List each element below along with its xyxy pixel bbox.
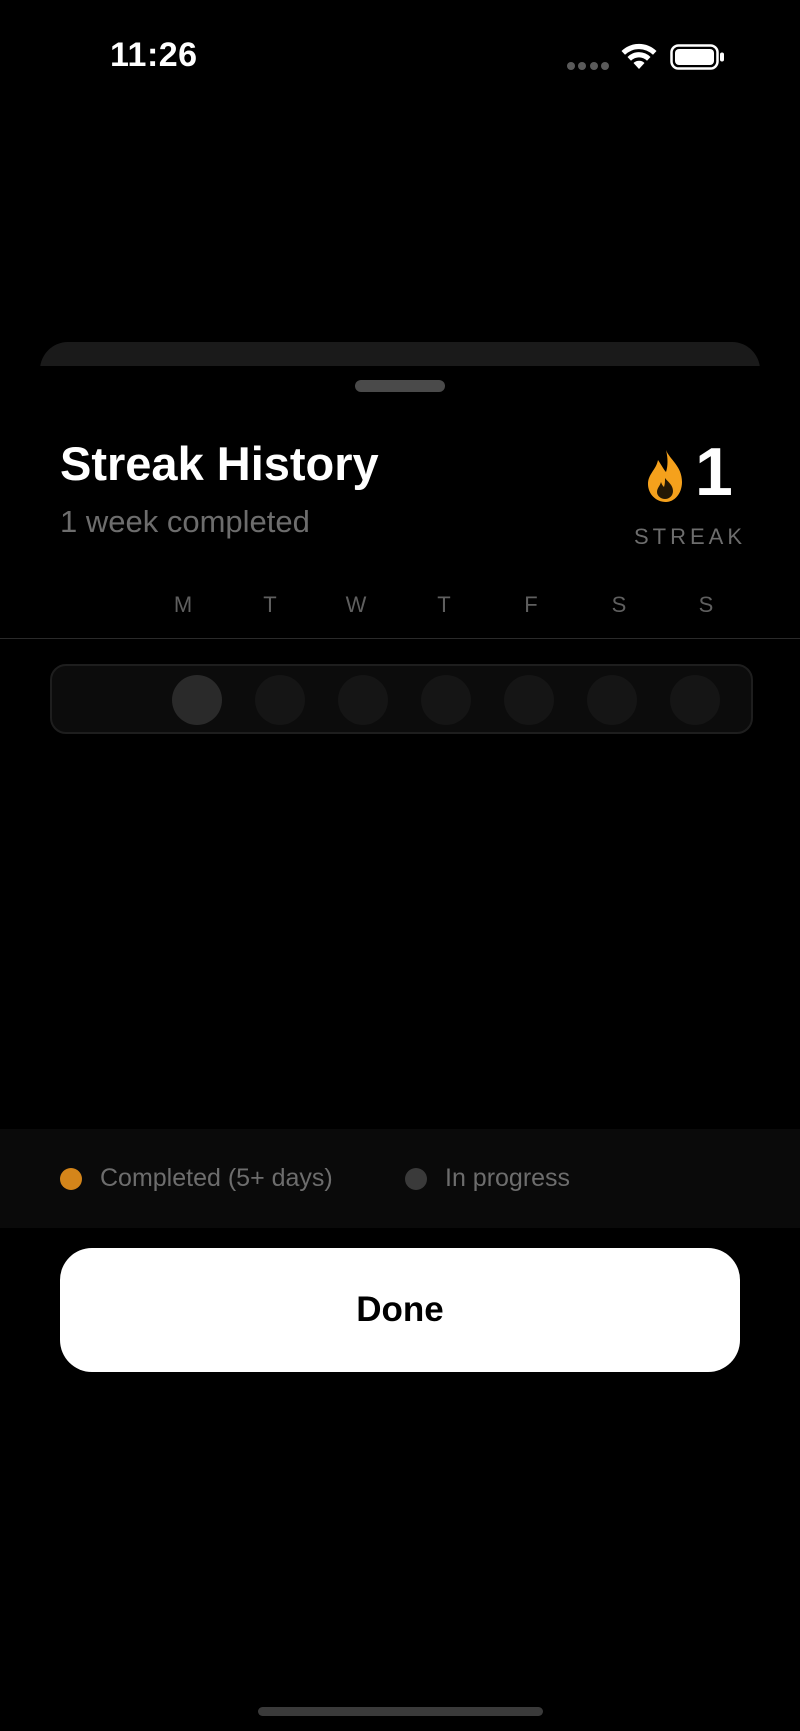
streak-count: 1 (695, 434, 733, 510)
day-dot (587, 675, 637, 725)
weekday-label: T (263, 592, 277, 617)
legend-item-completed: Completed (5+ days) (60, 1164, 333, 1193)
header-divider (0, 638, 800, 639)
sheet-subtitle: 1 week completed (60, 504, 310, 539)
battery-icon (670, 44, 724, 70)
sheet-grabber[interactable] (355, 380, 445, 392)
legend-label: In progress (445, 1164, 571, 1192)
day-dot (255, 675, 305, 725)
status-bar: 11:26 (0, 0, 800, 110)
weekday-label: W (345, 592, 367, 617)
completed-dot-icon (60, 1167, 82, 1190)
done-button[interactable]: Done (60, 1248, 740, 1372)
in-progress-dot-icon (405, 1167, 427, 1190)
streak-history-sheet: Streak History 1 week completed 1 STREAK… (0, 366, 800, 1731)
weekday-header: M T W T F S S (0, 592, 800, 632)
sheet-title: Streak History (60, 437, 379, 490)
day-dot (338, 675, 388, 725)
flame-icon (648, 450, 682, 502)
legend-item-in-progress: In progress (405, 1164, 570, 1193)
home-indicator[interactable] (258, 1707, 543, 1716)
cellular-signal-icon (567, 62, 609, 70)
day-dot-current (172, 675, 222, 725)
day-dot (421, 675, 471, 725)
weekday-label: S (611, 592, 627, 617)
status-time: 11:26 (110, 36, 198, 74)
day-dot (504, 675, 554, 725)
wifi-icon (621, 43, 657, 69)
legend: Completed (5+ days) In progress (0, 1129, 800, 1228)
weekday-label: F (524, 592, 538, 617)
streak-caption: STREAK (634, 524, 747, 549)
weekday-label: T (437, 592, 451, 617)
day-dot (670, 675, 720, 725)
legend-label: Completed (5+ days) (100, 1164, 333, 1192)
weekday-label: S (698, 592, 714, 617)
week-row[interactable] (50, 664, 753, 734)
weekday-label: M (173, 592, 193, 617)
